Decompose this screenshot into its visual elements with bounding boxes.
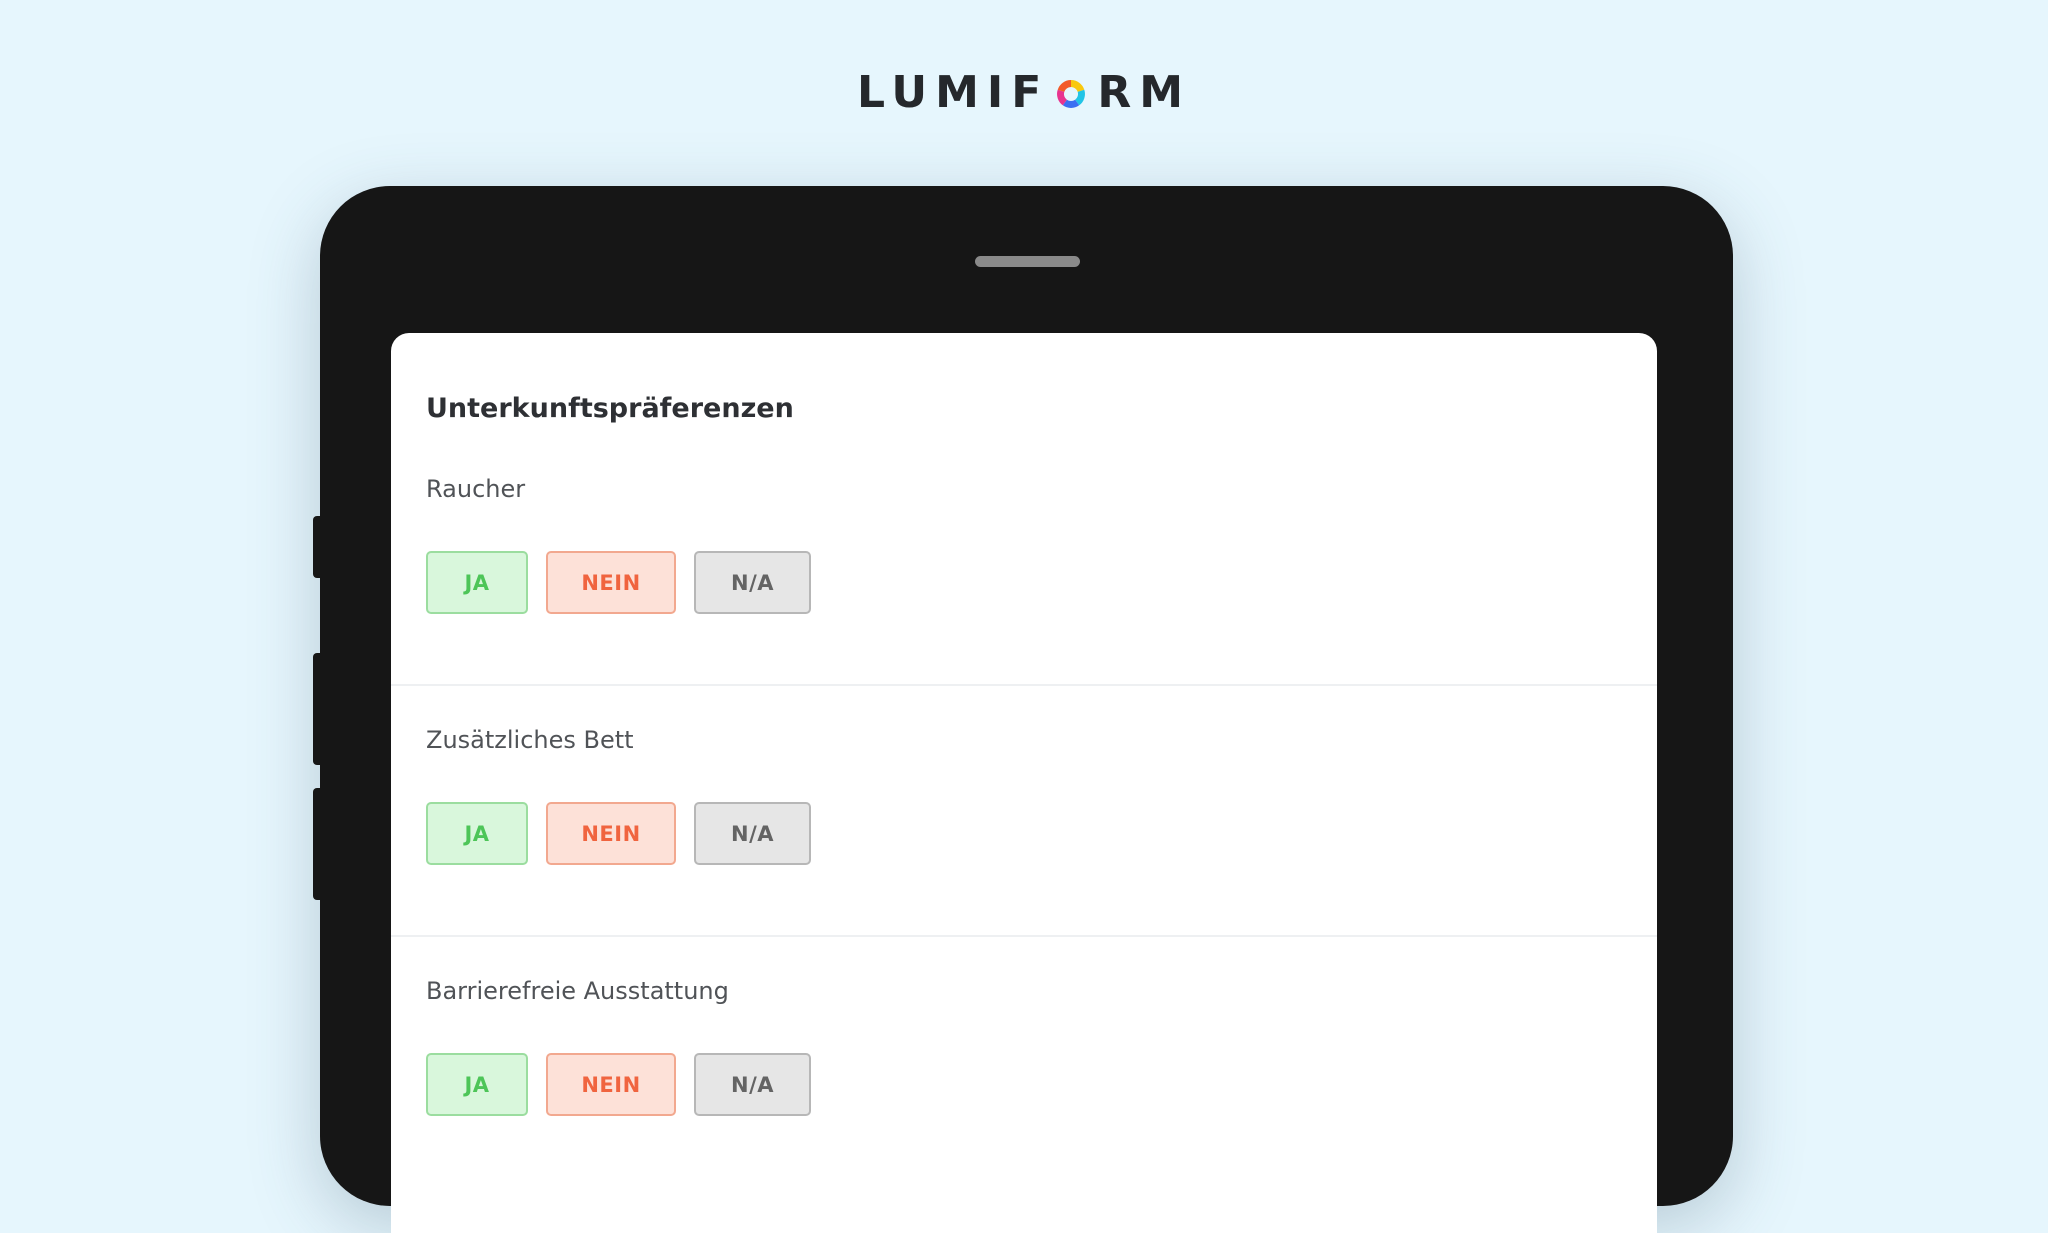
tablet-volume-down-button — [313, 788, 322, 900]
logo-ring-icon — [1057, 80, 1086, 108]
tablet-volume-up-button — [313, 653, 322, 765]
smoker-yes-button[interactable]: JA — [426, 551, 528, 614]
logo-ring-segment-5 — [1058, 80, 1072, 92]
tablet-frame: Unterkunftspräferenzen Raucher JA NEIN N… — [313, 186, 1733, 1233]
question-section-smoker: Raucher JA NEIN N/A — [391, 333, 1657, 684]
tablet-side-button-top — [313, 516, 322, 578]
logo-ring-segment-1 — [1071, 80, 1085, 92]
question-label-accessibility: Barrierefreie Ausstattung — [426, 977, 729, 1005]
question-section-accessibility: Barrierefreie Ausstattung JA NEIN N/A — [391, 935, 1657, 1233]
smoker-no-button[interactable]: NEIN — [546, 551, 676, 614]
accessibility-na-button[interactable]: N/A — [694, 1053, 811, 1116]
question-label-smoker: Raucher — [426, 475, 526, 503]
accessibility-yes-button[interactable]: JA — [426, 1053, 528, 1116]
answer-buttons-accessibility: JA NEIN N/A — [426, 1053, 811, 1116]
accessibility-no-button[interactable]: NEIN — [546, 1053, 676, 1116]
answer-buttons-smoker: JA NEIN N/A — [426, 551, 811, 614]
form-screen: Unterkunftspräferenzen Raucher JA NEIN N… — [391, 333, 1657, 1233]
question-section-extra-bed: Zusätzliches Bett JA NEIN N/A — [391, 684, 1657, 937]
answer-buttons-extra-bed: JA NEIN N/A — [426, 802, 811, 865]
logo-text-left: LUMIF — [856, 66, 1050, 118]
extra-bed-yes-button[interactable]: JA — [426, 802, 528, 865]
extra-bed-no-button[interactable]: NEIN — [546, 802, 676, 865]
extra-bed-na-button[interactable]: N/A — [694, 802, 811, 865]
tablet-speaker-bar — [975, 256, 1080, 267]
logo-text-right: RM — [1097, 66, 1192, 118]
smoker-na-button[interactable]: N/A — [694, 551, 811, 614]
question-label-extra-bed: Zusätzliches Bett — [426, 726, 634, 754]
brand-logo: LUMIF RM — [0, 62, 2048, 122]
